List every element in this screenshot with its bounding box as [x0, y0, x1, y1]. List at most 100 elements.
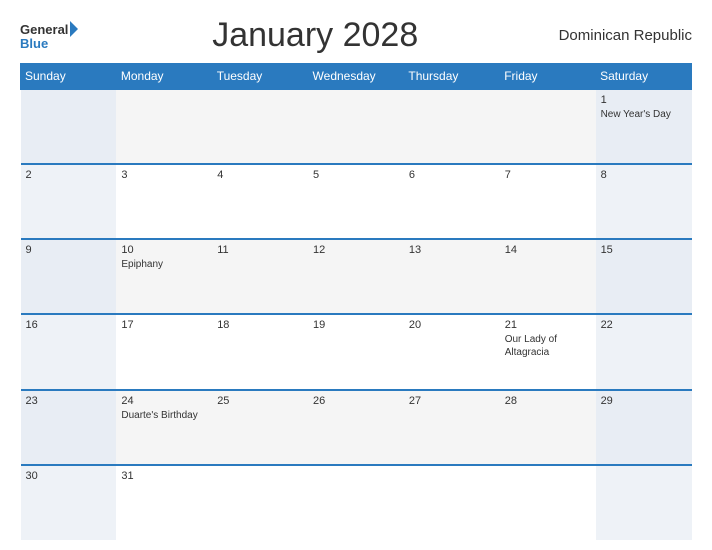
calendar-cell: 8: [596, 164, 692, 239]
header-friday: Friday: [500, 64, 596, 90]
holiday-label: Our Lady of Altagracia: [505, 333, 591, 359]
header-wednesday: Wednesday: [308, 64, 404, 90]
calendar-cell: 20: [404, 314, 500, 389]
calendar-table: Sunday Monday Tuesday Wednesday Thursday…: [20, 63, 692, 540]
calendar-week-row: 30 31: [21, 465, 692, 540]
header-sunday: Sunday: [21, 64, 117, 90]
calendar-cell: 13: [404, 239, 500, 314]
day-number: 22: [601, 319, 687, 331]
calendar-week-row: 2345678: [21, 164, 692, 239]
header-tuesday: Tuesday: [212, 64, 308, 90]
calendar-week-row: 1 New Year's Day: [21, 89, 692, 164]
calendar-cell: [212, 465, 308, 540]
day-number: 18: [217, 319, 303, 331]
day-number: 30: [26, 470, 112, 482]
calendar-cell: 31: [116, 465, 212, 540]
calendar-cell: 11: [212, 239, 308, 314]
calendar-cell: [116, 89, 212, 164]
day-number: 16: [26, 319, 112, 331]
calendar-cell: 27: [404, 390, 500, 465]
calendar-cell: [404, 465, 500, 540]
calendar-cell: 4: [212, 164, 308, 239]
logo: General Blue: [20, 21, 78, 50]
holiday-label: Duarte's Birthday: [121, 409, 207, 422]
calendar-cell: 25: [212, 390, 308, 465]
holiday-label: New Year's Day: [601, 108, 687, 121]
day-number: 25: [217, 395, 303, 407]
calendar-cell: 30: [21, 465, 117, 540]
calendar-cell: [500, 465, 596, 540]
calendar-cell: 15: [596, 239, 692, 314]
day-number: 19: [313, 319, 399, 331]
calendar-cell: 23: [21, 390, 117, 465]
day-number: 11: [217, 244, 303, 256]
page: General Blue January 2028 Dominican Repu…: [0, 0, 712, 550]
calendar-cell: 3: [116, 164, 212, 239]
calendar-cell: [212, 89, 308, 164]
header-monday: Monday: [116, 64, 212, 90]
header: General Blue January 2028 Dominican Repu…: [20, 16, 692, 55]
calendar-cell: 18: [212, 314, 308, 389]
calendar-cell: [21, 89, 117, 164]
logo-general-text: General: [20, 23, 68, 36]
calendar-week-row: 23 24 Duarte's Birthday 25 26 27 28 29: [21, 390, 692, 465]
calendar-week-row: 16 17 18 19 20 21 Our Lady of Altagracia 22: [21, 314, 692, 389]
day-number: 28: [505, 395, 591, 407]
day-number: 14: [505, 244, 591, 256]
day-number: 27: [409, 395, 495, 407]
day-number: 5: [313, 169, 399, 181]
day-number: 8: [601, 169, 687, 181]
calendar-cell: 14: [500, 239, 596, 314]
calendar-title: January 2028: [78, 16, 552, 55]
day-number: 7: [505, 169, 591, 181]
header-saturday: Saturday: [596, 64, 692, 90]
calendar-cell: 17: [116, 314, 212, 389]
calendar-cell: 9: [21, 239, 117, 314]
day-number: 20: [409, 319, 495, 331]
calendar-cell: 28: [500, 390, 596, 465]
calendar-cell: 12: [308, 239, 404, 314]
calendar-cell: 21 Our Lady of Altagracia: [500, 314, 596, 389]
logo-blue-text: Blue: [20, 37, 78, 50]
calendar-cell: 26: [308, 390, 404, 465]
day-number: 1: [601, 94, 687, 106]
day-number: 23: [26, 395, 112, 407]
calendar-cell: 24 Duarte's Birthday: [116, 390, 212, 465]
day-number: 24: [121, 395, 207, 407]
calendar-cell: [308, 465, 404, 540]
day-number: 15: [601, 244, 687, 256]
day-number: 3: [121, 169, 207, 181]
calendar-cell: 22: [596, 314, 692, 389]
calendar-cell: 29: [596, 390, 692, 465]
day-number: 13: [409, 244, 495, 256]
day-number: 9: [26, 244, 112, 256]
calendar-cell: [500, 89, 596, 164]
calendar-cell: [596, 465, 692, 540]
day-number: 10: [121, 244, 207, 256]
day-number: 4: [217, 169, 303, 181]
day-number: 21: [505, 319, 591, 331]
calendar-cell: 16: [21, 314, 117, 389]
calendar-cell: 2: [21, 164, 117, 239]
day-number: 17: [121, 319, 207, 331]
calendar-cell: 7: [500, 164, 596, 239]
calendar-cell: 1 New Year's Day: [596, 89, 692, 164]
day-number: 12: [313, 244, 399, 256]
header-thursday: Thursday: [404, 64, 500, 90]
logo-triangle-icon: [70, 21, 78, 37]
calendar-cell: [404, 89, 500, 164]
day-number: 2: [26, 169, 112, 181]
holiday-label: Epiphany: [121, 258, 207, 271]
calendar-cell: 19: [308, 314, 404, 389]
calendar-cell: 6: [404, 164, 500, 239]
calendar-cell: 5: [308, 164, 404, 239]
day-number: 6: [409, 169, 495, 181]
calendar-week-row: 9 10 Epiphany 11 12 13 14 15: [21, 239, 692, 314]
calendar-header-row: Sunday Monday Tuesday Wednesday Thursday…: [21, 64, 692, 90]
day-number: 29: [601, 395, 687, 407]
calendar-cell: [308, 89, 404, 164]
calendar-cell: 10 Epiphany: [116, 239, 212, 314]
country-label: Dominican Republic: [552, 27, 692, 44]
day-number: 31: [121, 470, 207, 482]
day-number: 26: [313, 395, 399, 407]
